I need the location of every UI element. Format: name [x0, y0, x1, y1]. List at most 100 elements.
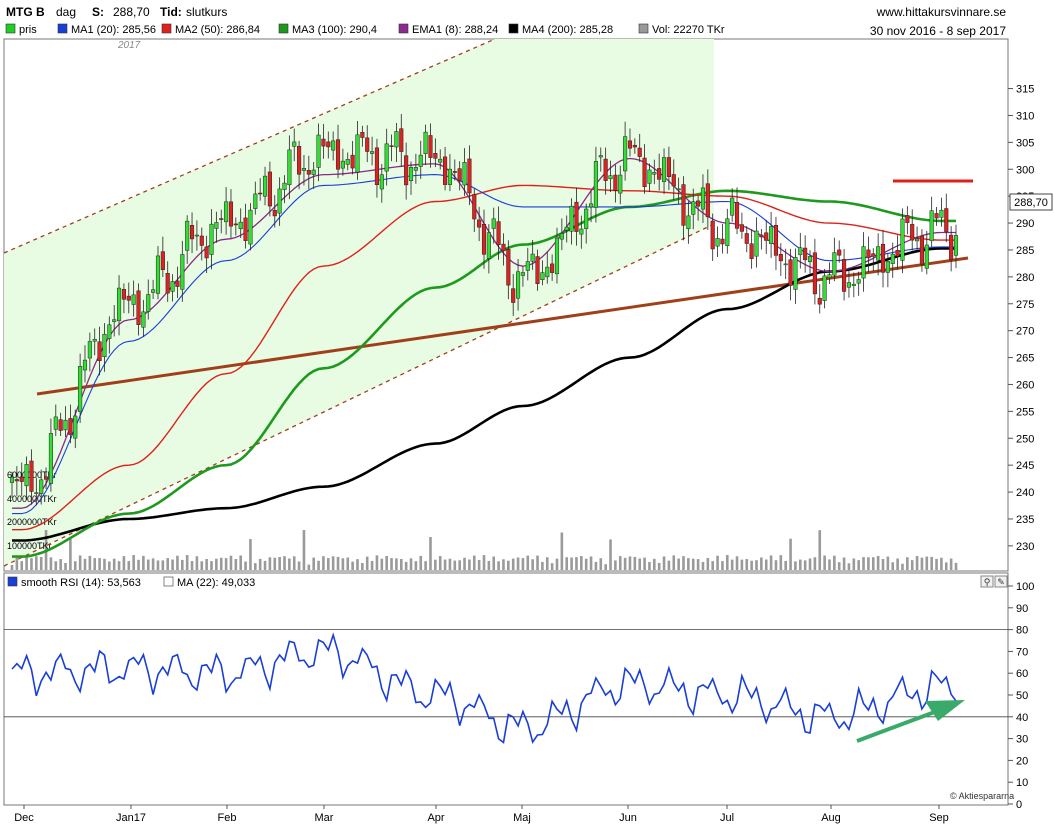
price-tick-label: 300: [1016, 164, 1034, 176]
candle-body: [297, 145, 302, 175]
volume-bar: [224, 558, 228, 570]
volume-bar: [550, 563, 554, 570]
candle-body: [253, 193, 258, 209]
volume-bar: [69, 538, 72, 570]
volume-bar: [156, 560, 160, 570]
volume-bar: [589, 556, 593, 570]
candle-body: [394, 131, 399, 148]
volume-bar: [312, 557, 315, 570]
volume-bar: [176, 555, 179, 570]
rsi-tick-label: 50: [1016, 690, 1028, 702]
volume-bar: [760, 557, 763, 570]
candle-body: [773, 225, 779, 256]
volume-bar: [906, 557, 909, 570]
candle-body: [574, 201, 579, 232]
volume-bar: [779, 555, 783, 570]
candle-body: [589, 203, 594, 208]
volume-bar: [322, 556, 325, 570]
volume-bar: [789, 538, 792, 570]
volume-bar: [132, 555, 135, 570]
candle-body: [165, 273, 170, 294]
rsi-tick-label: 80: [1016, 625, 1028, 637]
candle-body: [107, 324, 112, 339]
candle-body: [155, 255, 161, 294]
candle-body: [447, 168, 452, 185]
volume-bar: [83, 558, 87, 570]
volume-bar: [750, 560, 753, 570]
candle-body: [842, 259, 847, 292]
month-label: Jan17: [116, 812, 146, 824]
volume-bar: [307, 564, 311, 570]
volume-bar: [837, 562, 841, 570]
volume-bar: [901, 563, 904, 570]
volume-bar: [677, 558, 680, 570]
candle-body: [63, 419, 68, 431]
candle-body: [603, 158, 608, 181]
month-label: Maj: [513, 812, 531, 824]
volume-bar: [458, 560, 461, 570]
volume-bar: [497, 561, 500, 570]
candle-body: [769, 226, 774, 244]
candle-body: [569, 205, 574, 232]
candle-body: [243, 217, 248, 241]
candle-body: [618, 174, 623, 194]
volume-bar: [103, 558, 106, 570]
candle-body: [530, 253, 535, 262]
volume-bar: [823, 555, 826, 570]
candle-body: [321, 138, 326, 147]
candle-body: [136, 290, 141, 325]
zoom-icon-glyph: ⚲: [984, 577, 991, 587]
candle-body: [9, 476, 15, 483]
candle-body: [705, 183, 710, 218]
volume-bar: [122, 556, 126, 570]
volume-bar: [833, 555, 836, 570]
volume-bar: [784, 560, 787, 570]
candle-body: [340, 160, 345, 169]
volume-bar: [545, 557, 549, 570]
candle-body: [871, 253, 876, 257]
volume-bar: [215, 558, 218, 570]
volume-bar: [541, 561, 544, 570]
volume-bar: [472, 555, 476, 570]
candle-body: [511, 288, 516, 303]
volume-bar: [910, 560, 914, 570]
volume-bar: [774, 560, 778, 570]
volume-bar: [745, 559, 749, 570]
volume-bar: [336, 556, 340, 570]
volume-bar: [463, 557, 466, 570]
candle-body: [734, 202, 740, 229]
volume-bar: [117, 561, 121, 570]
candle-body: [350, 154, 355, 169]
candle-body: [540, 272, 545, 280]
candle-body: [189, 225, 195, 240]
volume-bar: [662, 556, 666, 570]
candle-body: [345, 159, 350, 165]
volume-bar: [536, 555, 539, 570]
volume-bar: [803, 560, 807, 570]
candle-body: [623, 136, 628, 172]
volume-bar: [915, 556, 919, 570]
volume-bar: [696, 559, 700, 570]
volume-bar: [813, 557, 817, 570]
volume-bar: [896, 558, 899, 570]
volume-bar: [253, 563, 257, 570]
volume-bar: [570, 557, 573, 570]
candle-body: [890, 253, 895, 264]
month-label: Feb: [218, 812, 237, 824]
candle-body: [272, 209, 277, 217]
candle-body: [822, 275, 827, 301]
candle-body: [953, 235, 959, 256]
candle-body: [637, 147, 642, 157]
volume-bar: [516, 557, 520, 570]
volume-bar: [477, 560, 481, 570]
volume-bar: [399, 558, 403, 570]
price-tick-label: 235: [1016, 514, 1034, 526]
price-tick-label: 265: [1016, 353, 1034, 365]
candle-body: [861, 246, 866, 279]
rsi-tick-label: 60: [1016, 668, 1028, 680]
volume-bar: [375, 555, 379, 570]
candle-body: [384, 143, 389, 172]
candle-body: [185, 220, 190, 251]
volume-bar: [944, 562, 948, 570]
volume-bar: [341, 558, 345, 570]
